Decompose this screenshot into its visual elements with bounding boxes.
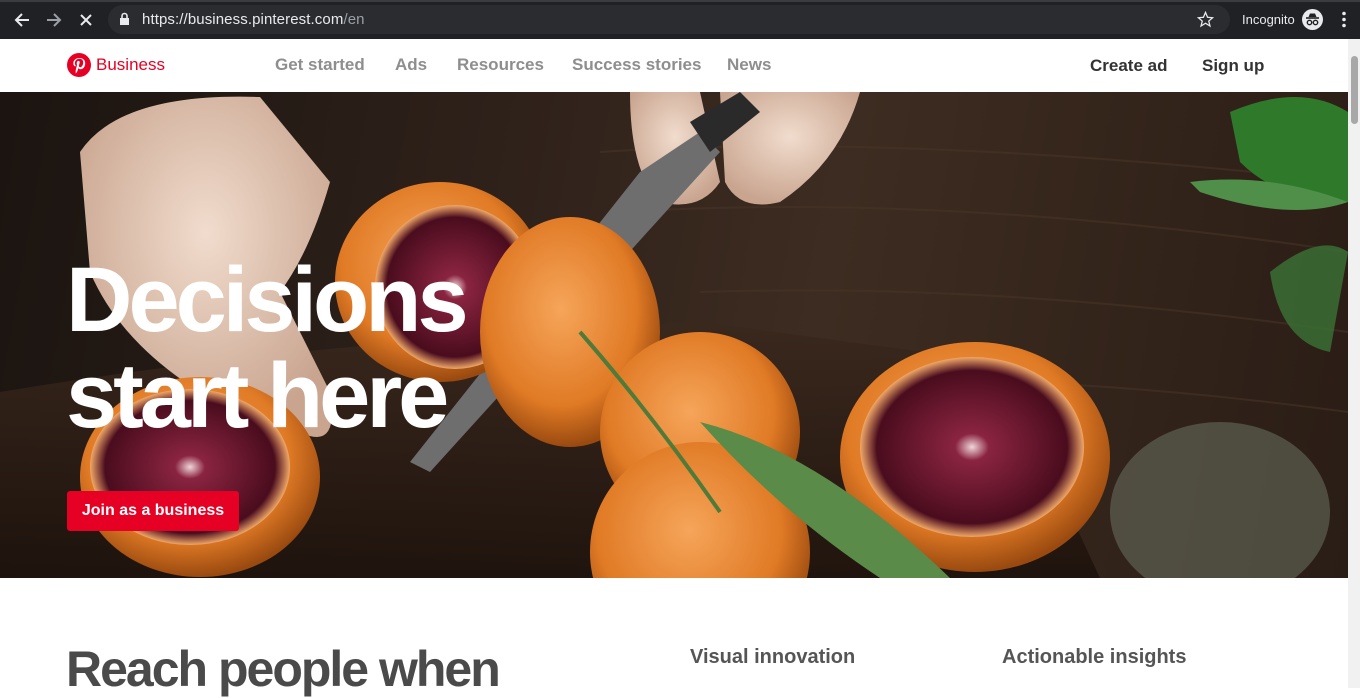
chrome-accent — [0, 0, 1360, 2]
lock-icon[interactable] — [119, 12, 130, 31]
nav-get-started[interactable]: Get started — [275, 55, 365, 75]
page-scrollbar[interactable] — [1348, 39, 1360, 688]
hero-title-line2: start here — [66, 345, 449, 447]
nav-resources[interactable]: Resources — [457, 55, 544, 75]
back-arrow-icon[interactable] — [11, 9, 33, 31]
hero-section: Decisions start here Join as a business — [0, 92, 1348, 578]
stop-icon[interactable] — [75, 9, 97, 31]
section-heading: Reach people when — [66, 641, 501, 697]
site-header: Business Get started Ads Resources Succe… — [0, 39, 1348, 93]
hero-title-line1: Decisions — [66, 249, 469, 351]
nav-news[interactable]: News — [727, 55, 771, 75]
feature-actionable-insights: Actionable insights — [1002, 646, 1187, 668]
hero-title: Decisions start here — [66, 249, 469, 447]
create-ad-link[interactable]: Create ad — [1090, 56, 1167, 76]
logo-text: Business — [96, 55, 165, 74]
nav-ads[interactable]: Ads — [395, 55, 427, 75]
sign-up-link[interactable]: Sign up — [1202, 56, 1264, 76]
pinterest-logo-icon — [67, 53, 91, 77]
forward-arrow-icon[interactable] — [43, 9, 65, 31]
incognito-label: Incognito — [1242, 12, 1295, 27]
url-text[interactable]: https://business.pinterest.com/en — [142, 11, 365, 28]
menu-dots-icon[interactable] — [1341, 11, 1347, 33]
join-as-business-button[interactable]: Join as a business — [67, 491, 239, 531]
browser-toolbar: https://business.pinterest.com/en Incogn… — [0, 0, 1360, 39]
nav-success-stories[interactable]: Success stories — [572, 55, 701, 75]
star-icon[interactable] — [1196, 10, 1215, 33]
incognito-icon[interactable] — [1302, 9, 1323, 35]
feature-visual-innovation: Visual innovation — [690, 646, 856, 668]
scrollbar-thumb[interactable] — [1351, 56, 1358, 124]
business-logo[interactable]: Business — [67, 53, 165, 77]
